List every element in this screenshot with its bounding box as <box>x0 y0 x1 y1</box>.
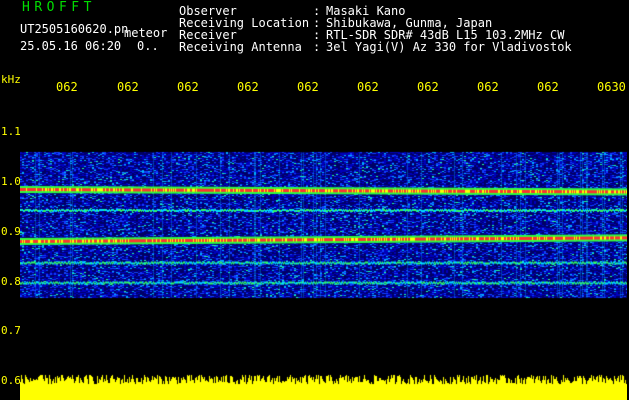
x-tick-label: 062 <box>177 80 199 94</box>
hrofft-window: HROFFT UT2505160620.pn meteor 25.05.16 0… <box>0 0 629 400</box>
x-tick-label: 062 <box>297 80 319 94</box>
spectrogram-canvas <box>20 95 627 400</box>
x-tick-label: 062 <box>477 80 499 94</box>
y-tick-label: 1.0 <box>1 175 21 188</box>
y-tick-label: 0.7 <box>1 324 21 337</box>
x-tick-label: 062 <box>237 80 259 94</box>
x-tick-label: 062 <box>417 80 439 94</box>
x-tick-label: 062 <box>537 80 559 94</box>
meteor-label: meteor <box>124 26 168 40</box>
app-title: HROFFT <box>22 0 96 15</box>
y-tick-label: 0.8 <box>1 275 21 288</box>
file-name: UT2505160620.pn <box>20 22 129 36</box>
x-tick-label: 062 <box>357 80 379 94</box>
x-tick-label: 062 <box>117 80 139 94</box>
y-tick-label: 1.1 <box>1 125 21 138</box>
antenna-sep: : <box>313 40 321 54</box>
antenna-key: Receiving Antenna <box>179 40 302 54</box>
date-time: 25.05.16 06:20 <box>20 39 122 53</box>
y-axis-unit: kHz <box>1 73 21 86</box>
y-tick-label: 0.9 <box>1 225 21 238</box>
count-value: 0.. <box>137 39 159 53</box>
x-tick-label: 0630 <box>597 80 626 94</box>
antenna-value: 3el Yagi(V) Az 330 for Vladivostok <box>326 40 572 54</box>
y-tick-label: 0.6 <box>1 374 21 387</box>
x-tick-label: 062 <box>56 80 78 94</box>
